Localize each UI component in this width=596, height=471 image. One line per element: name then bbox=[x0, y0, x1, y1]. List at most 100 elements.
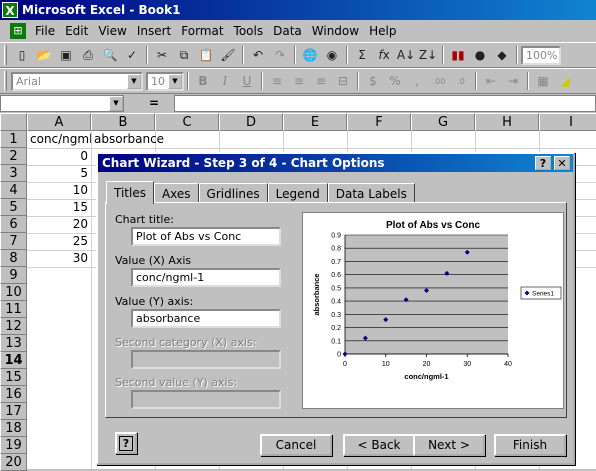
undo-icon[interactable]: ↶ bbox=[247, 44, 269, 66]
column-header-e[interactable]: E bbox=[283, 113, 347, 131]
paste-icon[interactable]: 📋 bbox=[195, 44, 217, 66]
chart-title-input[interactable]: Plot of Abs vs Conc bbox=[131, 227, 281, 246]
map-icon[interactable]: ● bbox=[469, 44, 491, 66]
column-header-d[interactable]: D bbox=[219, 113, 283, 131]
row-header-16[interactable]: 16 bbox=[0, 386, 27, 403]
row-header-11[interactable]: 11 bbox=[0, 301, 27, 318]
hyperlink-icon[interactable]: 🌐 bbox=[299, 44, 321, 66]
increase-decimal-icon[interactable]: .00 bbox=[428, 70, 450, 92]
italic-button[interactable]: I bbox=[214, 70, 236, 92]
cell-a1[interactable]: conc/ngml-1 bbox=[30, 131, 91, 148]
cell-a3[interactable]: 5 bbox=[27, 165, 91, 182]
row-header-4[interactable]: 4 bbox=[0, 182, 27, 199]
menu-view[interactable]: View bbox=[93, 24, 131, 38]
next-button[interactable]: Next > bbox=[413, 434, 485, 456]
tab-titles[interactable]: Titles bbox=[106, 181, 154, 204]
row-header-13[interactable]: 13 bbox=[0, 335, 27, 352]
cut-icon[interactable]: ✂ bbox=[151, 44, 173, 66]
row-header-6[interactable]: 6 bbox=[0, 216, 27, 233]
function-icon[interactable]: fx bbox=[373, 44, 395, 66]
column-header-a[interactable]: A bbox=[27, 113, 91, 131]
print-icon[interactable]: ⎙ bbox=[77, 44, 99, 66]
row-header-9[interactable]: 9 bbox=[0, 267, 27, 284]
menu-help[interactable]: Help bbox=[364, 24, 401, 38]
row-header-20[interactable]: 20 bbox=[0, 454, 27, 471]
comma-icon[interactable]: , bbox=[406, 70, 428, 92]
web-toolbar-icon[interactable]: ◉ bbox=[321, 44, 343, 66]
finish-button[interactable]: Finish bbox=[494, 434, 566, 456]
x-axis-input[interactable]: conc/ngml-1 bbox=[131, 268, 281, 287]
menu-data[interactable]: Data bbox=[268, 24, 307, 38]
tab-gridlines[interactable]: Gridlines bbox=[198, 183, 268, 203]
equals-icon[interactable]: = bbox=[134, 96, 174, 110]
currency-icon[interactable]: $ bbox=[362, 70, 384, 92]
cell-a4[interactable]: 10 bbox=[27, 182, 91, 199]
chevron-down-icon[interactable]: ▼ bbox=[109, 95, 123, 111]
print-preview-icon[interactable]: 🔍 bbox=[99, 44, 121, 66]
row-header-3[interactable]: 3 bbox=[0, 165, 27, 182]
chart-wizard-icon[interactable]: ▮▮ bbox=[447, 44, 469, 66]
percent-icon[interactable]: % bbox=[384, 70, 406, 92]
align-right-icon[interactable]: ≡ bbox=[310, 70, 332, 92]
column-header-g[interactable]: G bbox=[411, 113, 475, 131]
align-center-icon[interactable]: ≡ bbox=[288, 70, 310, 92]
menu-window[interactable]: Window bbox=[307, 24, 364, 38]
sort-ascending-icon[interactable]: A↓ bbox=[395, 44, 417, 66]
cell-a5[interactable]: 15 bbox=[27, 199, 91, 216]
font-combo[interactable]: Arial ▼ bbox=[11, 71, 143, 91]
row-header-18[interactable]: 18 bbox=[0, 420, 27, 437]
select-all-corner[interactable] bbox=[0, 113, 27, 131]
column-header-c[interactable]: C bbox=[155, 113, 219, 131]
cell-a7[interactable]: 25 bbox=[27, 233, 91, 250]
row-header-15[interactable]: 15 bbox=[0, 369, 27, 386]
cell-a8[interactable]: 30 bbox=[27, 250, 91, 267]
decrease-decimal-icon[interactable]: .0 bbox=[450, 70, 472, 92]
name-box[interactable]: ▼ bbox=[0, 94, 124, 112]
open-icon[interactable]: 📂 bbox=[33, 44, 55, 66]
menu-file[interactable]: File bbox=[30, 24, 60, 38]
decrease-indent-icon[interactable]: ⇤ bbox=[480, 70, 502, 92]
column-header-f[interactable]: F bbox=[347, 113, 411, 131]
fill-color-icon[interactable]: ◢ bbox=[554, 70, 576, 92]
format-painter-icon[interactable]: 🖌 bbox=[217, 44, 239, 66]
menu-edit[interactable]: Edit bbox=[60, 24, 93, 38]
bold-button[interactable]: B bbox=[192, 70, 214, 92]
copy-icon[interactable]: ⧉ bbox=[173, 44, 195, 66]
menu-tools[interactable]: Tools bbox=[229, 24, 269, 38]
new-icon[interactable]: ▯ bbox=[11, 44, 33, 66]
cell-a6[interactable]: 20 bbox=[27, 216, 91, 233]
merge-center-icon[interactable]: ⊟ bbox=[332, 70, 354, 92]
spelling-icon[interactable]: ✓ bbox=[121, 44, 143, 66]
autosum-icon[interactable]: Σ bbox=[351, 44, 373, 66]
borders-icon[interactable]: ▦ bbox=[532, 70, 554, 92]
cancel-button[interactable]: Cancel bbox=[260, 434, 332, 456]
row-header-2[interactable]: 2 bbox=[0, 148, 27, 165]
tab-legend[interactable]: Legend bbox=[267, 183, 328, 203]
row-header-14[interactable]: 14 bbox=[0, 352, 27, 369]
drawing-icon[interactable]: ◆ bbox=[491, 44, 513, 66]
save-icon[interactable]: ▣ bbox=[55, 44, 77, 66]
office-assistant-button[interactable]: ? bbox=[115, 432, 137, 454]
workbook-icon[interactable]: ⊞ bbox=[10, 23, 26, 39]
back-button[interactable]: < Back bbox=[343, 434, 415, 456]
font-size-combo[interactable]: 10 ▼ bbox=[146, 71, 184, 91]
row-header-1[interactable]: 1 bbox=[0, 131, 27, 148]
row-header-12[interactable]: 12 bbox=[0, 318, 27, 335]
redo-icon[interactable]: ↷ bbox=[269, 44, 291, 66]
close-button[interactable]: ✕ bbox=[554, 156, 570, 170]
menu-format[interactable]: Format bbox=[176, 24, 228, 38]
cell-b1[interactable]: absorbance bbox=[94, 131, 214, 148]
tab-axes[interactable]: Axes bbox=[153, 183, 199, 203]
row-header-8[interactable]: 8 bbox=[0, 250, 27, 267]
row-header-7[interactable]: 7 bbox=[0, 233, 27, 250]
cell-a2[interactable]: 0 bbox=[27, 148, 91, 165]
menu-insert[interactable]: Insert bbox=[132, 24, 176, 38]
zoom-combo[interactable]: 100% bbox=[521, 45, 561, 65]
align-left-icon[interactable]: ≡ bbox=[266, 70, 288, 92]
row-header-5[interactable]: 5 bbox=[0, 199, 27, 216]
row-header-19[interactable]: 19 bbox=[0, 437, 27, 454]
chevron-down-icon[interactable]: ▼ bbox=[127, 73, 141, 89]
increase-indent-icon[interactable]: ⇥ bbox=[502, 70, 524, 92]
row-header-17[interactable]: 17 bbox=[0, 403, 27, 420]
chevron-down-icon[interactable]: ▼ bbox=[168, 73, 182, 89]
